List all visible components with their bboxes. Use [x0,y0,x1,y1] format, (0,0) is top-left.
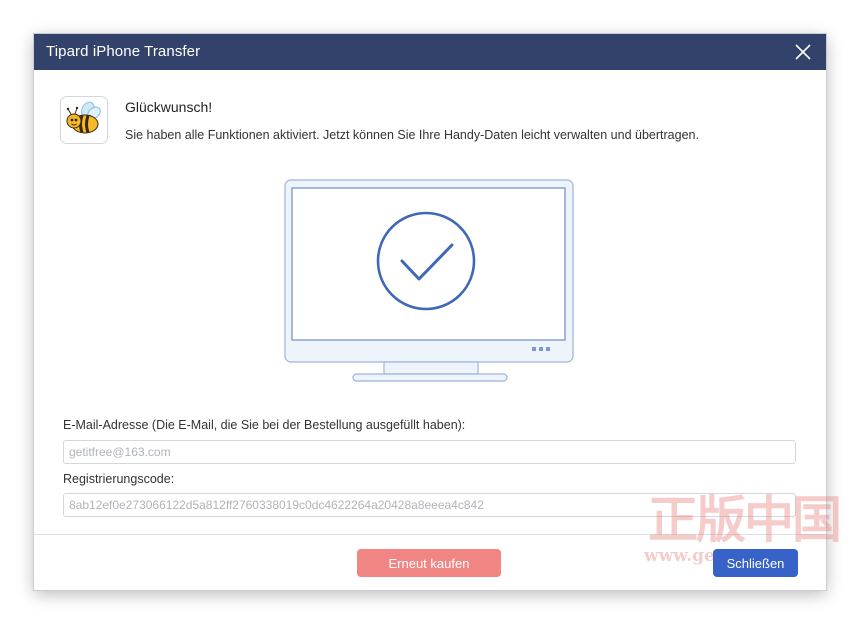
monitor-success-illustration [284,179,574,382]
title-bar[interactable]: Tipard iPhone Transfer [34,34,826,70]
footer-divider [34,534,826,535]
success-headline: Glückwunsch! [125,99,213,115]
app-logo [60,96,108,144]
email-field[interactable] [63,440,796,464]
window-title: Tipard iPhone Transfer [46,43,201,60]
buy-again-button[interactable]: Erneut kaufen [357,549,501,577]
bee-icon [66,101,101,134]
success-message: Sie haben alle Funktionen aktiviert. Jet… [125,128,699,142]
close-icon[interactable] [794,43,812,61]
watermark-url: www.ge [644,546,715,566]
close-button[interactable]: Schließen [713,549,798,577]
registration-code-field[interactable] [63,493,796,517]
registration-code-label: Registrierungscode: [63,472,175,486]
email-label: E-Mail-Adresse (Die E-Mail, die Sie bei … [63,418,466,432]
activation-dialog: Tipard iPhone Transfer Glückwunsch! Sie … [34,34,842,590]
